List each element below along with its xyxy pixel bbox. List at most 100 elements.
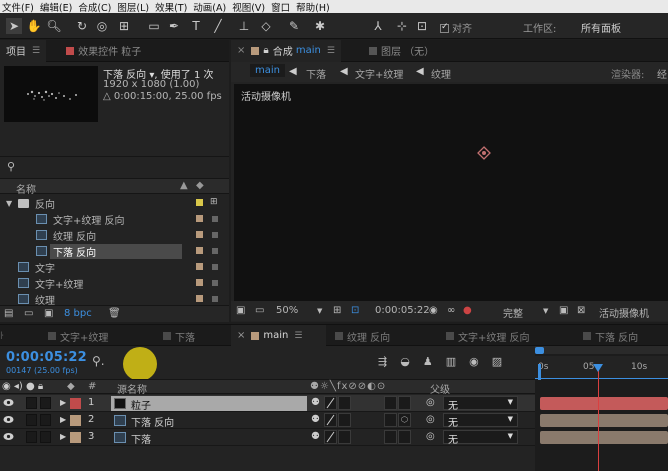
view-layout-icon[interactable]: ⊠ — [577, 305, 585, 316]
project-search[interactable]: ⚲ — [0, 156, 229, 176]
expand-triangle-icon[interactable]: ▶ — [60, 432, 66, 441]
menu-edit[interactable]: 编辑(E) — [38, 0, 76, 14]
workspace-value[interactable]: 所有面板 — [581, 20, 621, 35]
timeline-search-icon[interactable]: ⚲. — [92, 354, 105, 368]
tab-fall-reverse[interactable]: 下落 反向 — [583, 325, 638, 347]
disclosure-triangle-icon[interactable]: ▼ — [6, 199, 12, 208]
project-item[interactable]: ▼ 反向 ⊞ — [0, 195, 229, 211]
layer-row[interactable]: ▶ 3 下落 ⚉ ◎ 无 — [0, 429, 535, 446]
label-swatch[interactable] — [196, 263, 203, 270]
menu-animation[interactable]: 动画(A) — [191, 0, 230, 14]
eraser-tool-icon[interactable]: ◇ — [258, 18, 274, 34]
menu-view[interactable]: 视图(V) — [230, 0, 269, 14]
pick-whip-icon[interactable]: ◎ — [426, 414, 435, 425]
visibility-eye-icon[interactable] — [3, 432, 14, 441]
nav-main[interactable]: main — [250, 64, 285, 77]
draft-3d-icon[interactable]: ◒ — [400, 355, 423, 368]
clone-stamp-icon[interactable]: ⊥ — [236, 18, 252, 34]
pen-tool-icon[interactable]: ✒ — [166, 18, 182, 34]
composition-viewer[interactable]: 活动摄像机 — [234, 84, 668, 301]
always-preview-icon[interactable]: ▣ — [236, 305, 245, 316]
layer-label-color[interactable] — [70, 398, 81, 409]
tab-fall[interactable]: 下落 — [163, 325, 195, 347]
layer-duration-bar[interactable] — [540, 431, 668, 444]
menu-window[interactable]: 窗口 — [269, 0, 294, 14]
tab-text-texture-reverse[interactable]: 文字+纹理 反向 — [446, 325, 530, 347]
label-swatch[interactable] — [196, 231, 203, 238]
project-item[interactable]: 下落 反向 — [0, 243, 229, 259]
local-axis-icon[interactable]: ⅄ — [370, 18, 386, 34]
col-parent[interactable]: 父级 — [430, 381, 450, 396]
motion-blur-icon[interactable]: ◉ — [469, 355, 492, 368]
tab-composition[interactable]: × 🔒︎ 合成 main ☰ — [231, 39, 341, 62]
rotate-tool-icon[interactable]: ↻ — [74, 18, 90, 34]
layer-duration-bar[interactable] — [540, 397, 668, 410]
tab-main[interactable]: × main ☰ — [231, 325, 326, 347]
monitor-icon[interactable]: ▭ — [255, 305, 264, 316]
panel-menu-icon[interactable]: ☰ — [294, 331, 302, 341]
col-name[interactable]: 名称 — [16, 181, 36, 196]
tab-texture-reverse[interactable]: 纹理 反向 — [335, 325, 390, 347]
layer-label-color[interactable] — [70, 415, 81, 426]
parent-dropdown[interactable]: 无 — [443, 396, 518, 412]
fast-preview-icon[interactable]: ▣ — [559, 305, 568, 316]
tab-text-texture[interactable]: 文字+纹理 — [48, 325, 108, 347]
zoom-dropdown-icon[interactable]: ▼ — [317, 307, 322, 315]
label-swatch[interactable] — [196, 199, 203, 206]
trash-icon[interactable]: 🗑︎ — [108, 308, 121, 319]
view-axis-icon[interactable]: ⊡ — [414, 18, 430, 34]
anchor-point-icon[interactable] — [477, 146, 491, 160]
resolution-quality[interactable]: 完整 — [503, 305, 523, 320]
playhead-handle-icon[interactable] — [593, 364, 604, 372]
interpret-footage-icon[interactable]: ▤ — [4, 308, 13, 319]
nav-fall[interactable]: 下落 — [306, 66, 326, 81]
adjustment-switch[interactable]: ⬡ — [398, 413, 411, 427]
pan-behind-icon[interactable]: ⊞ — [116, 18, 132, 34]
shy-switch-icon[interactable]: ⚉ — [311, 431, 320, 442]
shy-switch-icon[interactable]: ⚉ — [311, 414, 320, 425]
col-source[interactable]: 源名称 — [117, 381, 147, 396]
layer-duration-bar[interactable] — [540, 414, 668, 427]
label-swatch[interactable] — [196, 279, 203, 286]
motion-blur-switch[interactable] — [384, 430, 397, 444]
view-camera[interactable]: 活动摄像机 — [599, 305, 649, 320]
label-swatch[interactable] — [196, 215, 203, 222]
effect-switch[interactable] — [338, 413, 351, 427]
renderer-value[interactable]: 经 — [657, 66, 667, 81]
layer-row[interactable]: ▶ 1 粒子 ⚉ ◎ 无 — [0, 395, 535, 412]
pick-whip-icon[interactable]: ◎ — [426, 431, 435, 442]
hand-tool-icon[interactable]: ✋ — [26, 18, 42, 34]
layer-name-field[interactable]: 下落 反向 — [111, 413, 307, 429]
rectangle-tool-icon[interactable]: ▭ — [146, 18, 162, 34]
project-item[interactable]: 文字+纹理 — [0, 275, 229, 291]
solo-toggle[interactable] — [40, 397, 51, 409]
lock-icon[interactable]: 🔒︎ — [263, 45, 268, 56]
audio-toggle[interactable] — [26, 414, 37, 426]
solo-toggle[interactable] — [40, 414, 51, 426]
pick-whip-icon[interactable]: ◎ — [426, 397, 435, 408]
sort-arrow-icon[interactable]: ▲ — [180, 180, 188, 191]
snap-checkbox[interactable]: 对齐 — [440, 20, 472, 35]
adjustment-switch[interactable] — [398, 396, 411, 410]
layer-name-field[interactable]: 下落 — [111, 430, 307, 446]
show-channel-icon[interactable]: ∞ — [447, 305, 455, 316]
nav-texture[interactable]: 纹理 — [431, 66, 451, 81]
transparency-grid-icon[interactable]: ⊡ — [351, 305, 359, 316]
label-swatch[interactable] — [196, 295, 203, 302]
label-swatch[interactable] — [196, 247, 203, 254]
motion-blur-switch[interactable] — [384, 413, 397, 427]
visibility-eye-icon[interactable] — [3, 398, 14, 407]
menu-effect[interactable]: 效果(T) — [153, 0, 191, 14]
graph-editor-icon[interactable]: ▨ — [492, 355, 515, 368]
layer-row[interactable]: ▶ 2 下落 反向 ⚉ ⬡ ◎ 无 — [0, 412, 535, 429]
playhead[interactable] — [593, 364, 604, 471]
work-area-bar[interactable] — [535, 346, 668, 354]
world-axis-icon[interactable]: ⊹ — [394, 18, 410, 34]
project-item[interactable]: 文字 — [0, 259, 229, 275]
expand-triangle-icon[interactable]: ▶ — [60, 398, 66, 407]
expand-triangle-icon[interactable]: ▶ — [60, 415, 66, 424]
solo-toggle[interactable] — [40, 431, 51, 443]
quality-switch[interactable] — [324, 430, 337, 444]
frame-blend-icon[interactable]: ▥ — [446, 355, 469, 368]
type-tool-icon[interactable]: T — [188, 18, 204, 34]
